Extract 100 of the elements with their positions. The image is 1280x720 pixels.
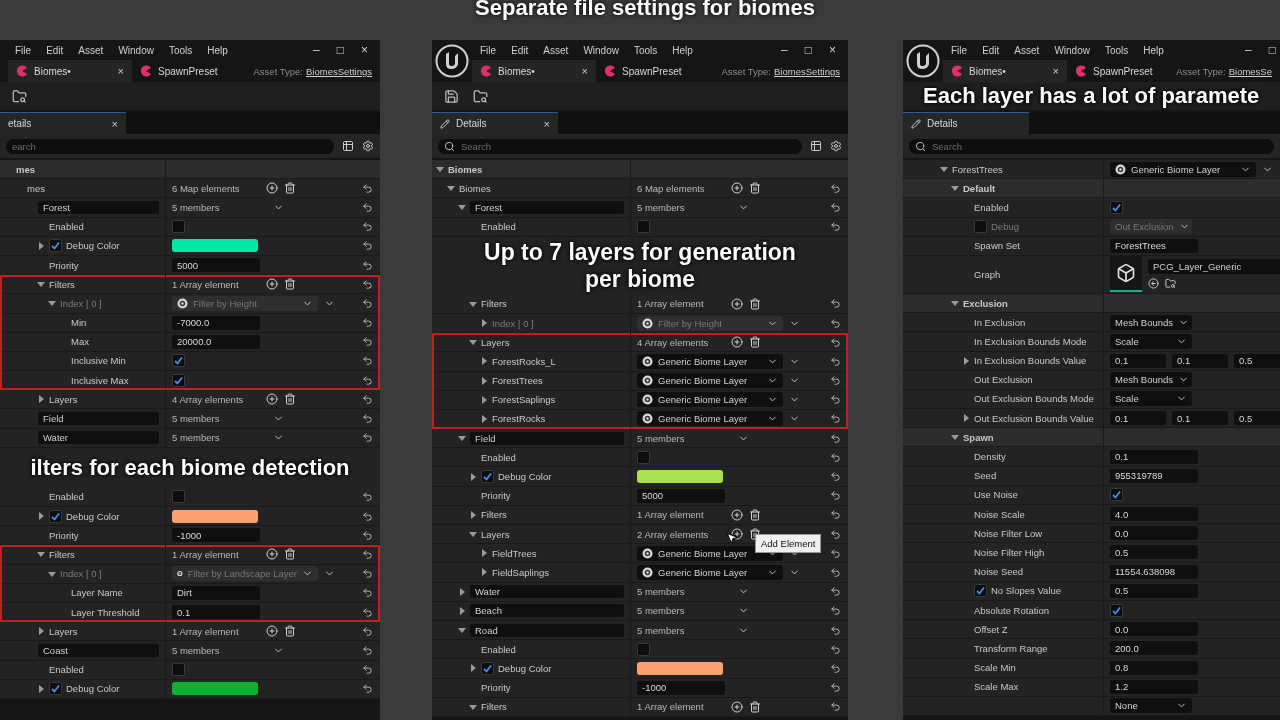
color-swatch[interactable] [637,470,723,484]
asset-dropdown[interactable]: PCG_Layer_Generic [1148,259,1280,275]
reset-icon[interactable] [829,682,841,694]
add-icon[interactable] [266,393,278,406]
expand-arrow-icon[interactable] [37,395,45,404]
value-field[interactable]: 0.8 [1110,660,1198,675]
reset-icon[interactable] [829,586,841,598]
value-field[interactable]: 0.5 [1110,545,1198,560]
menu-item[interactable]: Asset [78,44,104,56]
expand-arrow-icon[interactable] [962,414,970,423]
reset-icon[interactable] [361,182,373,194]
value-field[interactable]: 0.0 [1110,622,1198,637]
dropdown[interactable]: Scale [1110,333,1192,349]
checkbox[interactable] [1110,200,1123,214]
window-control[interactable]: □ [336,43,344,57]
window-control[interactable]: – [313,43,320,57]
expand-arrow-icon[interactable] [469,510,477,519]
dropdown[interactable]: Scale [1110,391,1192,407]
window-control[interactable]: □ [1268,43,1276,57]
key-field[interactable]: Coast [38,643,159,657]
expand-arrow-icon[interactable] [951,184,959,193]
checkbox[interactable] [1110,488,1123,502]
trash-icon[interactable] [749,508,761,521]
expand-arrow-icon[interactable] [37,550,45,559]
reset-icon[interactable] [829,298,841,310]
menu-item[interactable]: Help [672,44,693,56]
expand-arrow-icon[interactable] [962,356,970,365]
add-icon[interactable] [731,336,743,349]
reset-icon[interactable] [361,201,373,213]
add-icon[interactable] [731,182,743,195]
expand-arrow-icon[interactable] [458,587,466,596]
value-field[interactable]: 0.0 [1110,526,1198,541]
details-tab[interactable]: Details × [432,112,558,134]
reset-icon[interactable] [361,664,373,676]
reset-icon[interactable] [829,643,841,655]
reset-icon[interactable] [829,528,841,540]
add-icon[interactable] [731,700,743,713]
trash-icon[interactable] [749,297,761,310]
reset-icon[interactable] [829,336,841,348]
dropdown[interactable]: None [1110,698,1192,714]
reset-icon[interactable] [829,201,841,213]
checkbox[interactable] [637,220,650,234]
reset-icon[interactable] [829,317,841,329]
reset-icon[interactable] [361,683,373,695]
expand-arrow-icon[interactable] [480,568,488,577]
menu-item[interactable]: Window [1054,44,1090,56]
value-field[interactable]: -1000 [172,528,260,543]
reset-icon[interactable] [361,278,373,290]
expand-arrow-icon[interactable] [458,203,466,212]
trash-icon[interactable] [284,278,296,291]
asset-dropdown[interactable]: Generic Biome Layer [637,564,783,580]
window-control[interactable]: □ [804,43,812,57]
checkbox[interactable] [637,642,650,656]
window-control[interactable]: – [781,43,788,57]
add-icon[interactable] [266,182,278,195]
asset-dropdown[interactable]: Generic Biome Layer [637,411,783,427]
value-field[interactable]: 5000 [172,258,260,273]
reset-icon[interactable] [361,644,373,656]
arrow-left-icon[interactable] [1148,278,1159,290]
expand-arrow-icon[interactable] [458,626,466,635]
add-icon[interactable] [731,508,743,521]
checkbox[interactable] [49,239,62,253]
reset-icon[interactable] [361,510,373,522]
expand-arrow-icon[interactable] [37,627,45,636]
trash-icon[interactable] [749,528,761,541]
add-icon[interactable] [731,297,743,310]
expand-arrow-icon[interactable] [480,549,488,558]
reset-icon[interactable] [829,451,841,463]
add-icon[interactable] [731,528,743,541]
reset-icon[interactable] [829,605,841,617]
checkbox[interactable] [172,490,185,504]
trash-icon[interactable] [284,182,296,195]
editor-tab[interactable]: SpawnPreset [1067,60,1161,82]
reset-icon[interactable] [361,491,373,503]
close-button[interactable]: × [543,117,550,130]
reset-icon[interactable] [829,662,841,674]
checkbox[interactable] [481,470,494,484]
expand-arrow-icon[interactable] [37,512,45,521]
key-field[interactable]: Water [38,431,159,445]
checkbox[interactable] [1110,603,1123,617]
menu-item[interactable]: Edit [982,44,1000,56]
menu-item[interactable]: Asset [1014,44,1040,56]
reset-icon[interactable] [829,490,841,502]
reset-icon[interactable] [361,259,373,271]
color-swatch[interactable] [172,509,258,523]
key-field[interactable]: Water [470,585,624,599]
asset-type-link[interactable]: BiomesSettings [306,65,372,77]
asset-type-link[interactable]: BiomesSe [1228,65,1272,77]
expand-arrow-icon[interactable] [951,299,959,308]
reset-icon[interactable] [829,624,841,636]
reset-icon[interactable] [829,375,841,387]
expand-arrow-icon[interactable] [469,664,477,673]
reset-icon[interactable] [829,394,841,406]
editor-tab[interactable]: Biomes• × [8,60,132,82]
folder-search-icon[interactable] [12,88,27,104]
trash-icon[interactable] [284,548,296,561]
expand-arrow-icon[interactable] [447,184,455,193]
reset-icon[interactable] [361,297,373,309]
checkbox[interactable] [172,663,185,677]
menu-item[interactable]: Help [1143,44,1164,56]
